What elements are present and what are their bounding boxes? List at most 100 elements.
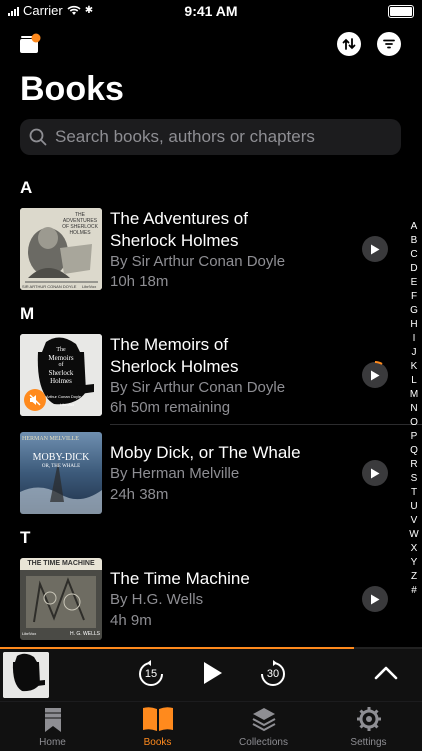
book-duration: 10h 18m <box>110 273 169 290</box>
sort-button[interactable] <box>337 32 361 56</box>
alphabet-index-letter[interactable]: D <box>406 262 422 276</box>
book-duration: 24h 38m <box>110 486 169 503</box>
search-icon <box>29 128 47 146</box>
skip-back-button[interactable]: 15 <box>137 660 165 688</box>
play-icon <box>204 662 222 684</box>
sort-icon <box>342 38 356 50</box>
alphabet-index-letter[interactable]: G <box>406 304 422 318</box>
filter-button[interactable] <box>377 32 401 56</box>
now-playing-cover[interactable] <box>3 652 49 698</box>
alphabet-index-letter[interactable]: X <box>406 542 422 556</box>
cover-line-4: Sherlock <box>48 369 74 377</box>
alphabet-index-letter[interactable]: V <box>406 514 422 528</box>
alphabet-index-letter[interactable]: I <box>406 332 422 346</box>
book-row-time-machine[interactable]: THE TIME MACHINE LibriVox H. G. WELLS Th… <box>20 558 400 640</box>
bookmark-icon <box>45 708 61 732</box>
book-title: The Time Machine <box>110 569 250 588</box>
alphabet-index-letter[interactable]: S <box>406 472 422 486</box>
alphabet-index-letter[interactable]: # <box>406 584 422 598</box>
alphabet-index-letter[interactable]: L <box>406 374 422 388</box>
expand-player-button[interactable] <box>374 665 398 681</box>
book-cover-moby-dick: HERMAN MELVILLE MOBY-DICK OR, THE WHALE <box>20 432 102 514</box>
cover-subtitle-text: OR, THE WHALE <box>41 464 81 469</box>
library-icon <box>20 33 41 53</box>
cover-badge-text: LibriVox <box>82 284 97 289</box>
book-title-line1: The Memoirs of <box>110 335 229 354</box>
mini-player[interactable]: 15 30 <box>0 649 422 701</box>
book-cover-time-machine: THE TIME MACHINE LibriVox H. G. WELLS <box>20 558 102 640</box>
chevron-up-icon <box>374 666 398 680</box>
cover-title-text: THE ADVENTURES OF SHERLOCK HOLMES <box>62 212 98 236</box>
book-cover-memoirs: The Memoirs of Sherlock Holmes Arthur Co… <box>20 334 102 416</box>
play-icon <box>371 244 380 254</box>
alphabet-index-letter[interactable]: E <box>406 276 422 290</box>
library-icon-button[interactable] <box>20 33 42 53</box>
alphabet-index-letter[interactable]: A <box>406 220 422 234</box>
skip-forward-button[interactable]: 30 <box>259 660 287 688</box>
book-row-adventures[interactable]: THE ADVENTURES OF SHERLOCK HOLMES SIR AR… <box>20 208 400 290</box>
tab-label: Books <box>143 737 172 748</box>
cover-title-text: MOBY-DICK <box>32 452 90 463</box>
alphabet-index-letter[interactable]: O <box>406 416 422 430</box>
cover-title-text: THE TIME MACHINE <box>27 560 95 567</box>
book-title-line2: Sherlock Holmes <box>110 357 239 376</box>
progress-ring-icon <box>374 360 383 365</box>
open-book-icon <box>143 707 173 731</box>
tab-label: Settings <box>350 737 387 748</box>
section-header-m: M <box>20 304 35 323</box>
speaker-muted-icon <box>29 394 41 406</box>
play-button[interactable] <box>362 236 388 262</box>
cover-badge-text: LibriVox <box>60 402 75 407</box>
filter-icon <box>383 39 395 49</box>
book-title-line1: The Adventures of <box>110 209 248 228</box>
cover-line-3: of <box>58 362 64 368</box>
alphabet-index[interactable]: A B C D E F G H I J K L M N O P Q R S T U V W X Y Z # <box>406 220 422 598</box>
cover-badge-text: LibriVox <box>22 631 37 636</box>
row-divider <box>110 424 422 425</box>
page-title: Books <box>20 70 124 108</box>
muted-badge <box>24 389 46 411</box>
book-row-memoirs[interactable]: The Memoirs of Sherlock Holmes Arthur Co… <box>20 334 400 416</box>
alphabet-index-letter[interactable]: N <box>406 402 422 416</box>
search-input[interactable] <box>53 126 387 148</box>
rewind-seconds: 15 <box>144 668 158 680</box>
cover-line-2: Memoirs <box>48 354 74 362</box>
section-header-a: A <box>20 178 33 197</box>
alphabet-index-letter[interactable]: Y <box>406 556 422 570</box>
play-button[interactable] <box>362 360 388 388</box>
book-title: Moby Dick, or The Whale <box>110 443 301 462</box>
cover-line-5: Holmes <box>50 377 72 385</box>
gear-icon <box>357 707 381 731</box>
play-icon <box>371 468 380 478</box>
alphabet-index-letter[interactable]: P <box>406 430 422 444</box>
book-title-line2: Sherlock Holmes <box>110 231 239 250</box>
play-pause-button[interactable] <box>203 661 225 687</box>
alphabet-index-letter[interactable]: R <box>406 458 422 472</box>
alphabet-index-letter[interactable]: K <box>406 360 422 374</box>
alphabet-index-letter[interactable]: W <box>406 528 422 542</box>
status-bar: Carrier ✱ 9:41 AM <box>0 0 422 22</box>
alphabet-index-letter[interactable]: J <box>406 346 422 360</box>
alphabet-index-letter[interactable]: C <box>406 248 422 262</box>
book-author: By Sir Arthur Conan Doyle <box>110 379 286 396</box>
play-button[interactable] <box>362 586 388 612</box>
tab-bar: Home Books Collections Settings <box>0 701 422 751</box>
forward-seconds: 30 <box>266 668 280 680</box>
search-bar[interactable] <box>20 119 401 155</box>
alphabet-index-letter[interactable]: B <box>406 234 422 248</box>
clock: 9:41 AM <box>184 3 238 19</box>
section-header-t: T <box>20 528 31 547</box>
alphabet-index-letter[interactable]: U <box>406 500 422 514</box>
book-row-moby-dick[interactable]: HERMAN MELVILLE MOBY-DICK OR, THE WHALE … <box>20 432 400 514</box>
alphabet-index-letter[interactable]: T <box>406 486 422 500</box>
play-icon <box>371 594 380 604</box>
book-remaining: 6h 50m remaining <box>110 399 231 416</box>
alphabet-index-letter[interactable]: Q <box>406 444 422 458</box>
alphabet-index-letter[interactable]: F <box>406 290 422 304</box>
alphabet-index-letter[interactable]: Z <box>406 570 422 584</box>
cover-author-text: SIR ARTHUR CONAN DOYLE <box>22 284 77 289</box>
tab-label: Collections <box>239 737 288 748</box>
play-button[interactable] <box>362 460 388 486</box>
alphabet-index-letter[interactable]: M <box>406 388 422 402</box>
alphabet-index-letter[interactable]: H <box>406 318 422 332</box>
